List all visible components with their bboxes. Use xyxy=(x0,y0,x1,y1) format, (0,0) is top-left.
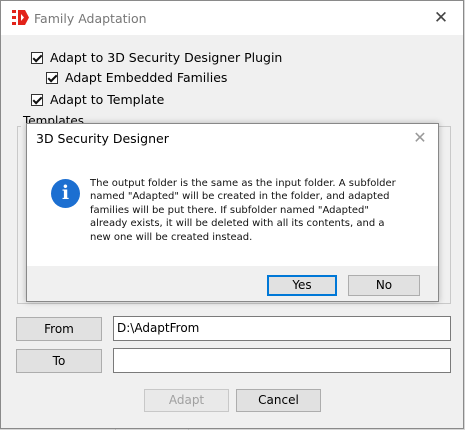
checkbox-checked-icon xyxy=(31,93,43,106)
cancel-button[interactable]: Cancel xyxy=(236,389,321,412)
to-button[interactable]: To xyxy=(16,349,102,373)
dialog-message: The output folder is the same as the inp… xyxy=(90,178,396,243)
window-close-button[interactable]: ✕ xyxy=(419,1,463,35)
dialog-title: 3D Security Designer xyxy=(36,131,169,146)
close-icon: ✕ xyxy=(413,128,427,147)
from-button[interactable]: From xyxy=(16,317,102,341)
yes-button[interactable]: Yes xyxy=(267,275,337,296)
no-button[interactable]: No xyxy=(348,275,420,296)
dialog-body: i The output folder is the same as the i… xyxy=(27,154,438,266)
checkbox-checked-icon xyxy=(46,71,58,84)
adapt-button[interactable]: Adapt xyxy=(144,389,229,412)
from-button-label: From xyxy=(44,322,74,336)
app-logo-icon xyxy=(12,10,29,25)
adapt-embedded-label: Adapt Embedded Families xyxy=(65,70,228,85)
info-icon-glyph: i xyxy=(61,182,70,204)
adapt-embedded-checkbox[interactable]: Adapt Embedded Families xyxy=(46,70,227,85)
dialog-title-bar: 3D Security Designer ✕ xyxy=(27,124,438,154)
dialog-close-button[interactable]: ✕ xyxy=(402,124,438,154)
to-button-label: To xyxy=(52,354,66,368)
cancel-button-label: Cancel xyxy=(258,393,299,407)
info-icon: i xyxy=(51,179,80,208)
from-path-value: D:\AdaptFrom xyxy=(117,321,200,335)
checkbox-checked-icon xyxy=(31,51,43,64)
adapt-template-label: Adapt to Template xyxy=(50,92,165,107)
to-path-field[interactable] xyxy=(113,348,451,373)
yes-button-label: Yes xyxy=(292,278,312,292)
title-bar: Family Adaptation ✕ xyxy=(1,1,463,35)
no-button-label: No xyxy=(375,278,393,292)
close-icon: ✕ xyxy=(433,8,449,28)
from-path-field[interactable]: D:\AdaptFrom xyxy=(113,316,451,341)
adapt-button-label: Adapt xyxy=(168,393,205,407)
window-title: Family Adaptation xyxy=(34,11,147,26)
adapt-plugin-checkbox[interactable]: Adapt to 3D Security Designer Plugin xyxy=(31,50,282,65)
adapt-template-checkbox[interactable]: Adapt to Template xyxy=(31,92,164,107)
adapt-plugin-label: Adapt to 3D Security Designer Plugin xyxy=(50,50,283,65)
confirmation-dialog: 3D Security Designer ✕ i The output fold… xyxy=(26,123,439,302)
